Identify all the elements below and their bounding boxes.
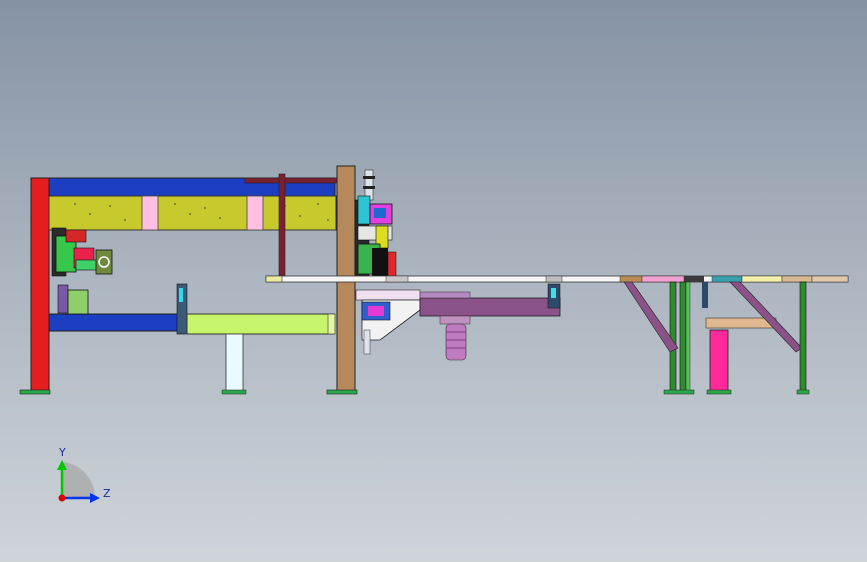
pink-block-1 — [141, 195, 159, 231]
center-head — [354, 195, 421, 355]
lattice-beam — [48, 195, 337, 231]
left-column-foot — [19, 389, 51, 395]
left-column — [30, 177, 50, 393]
feed-table — [176, 283, 336, 395]
triad-origin — [58, 494, 66, 502]
y-axis-label: Y — [58, 446, 66, 459]
cad-viewport[interactable]: Y Z — [0, 0, 867, 562]
right-frame — [623, 281, 810, 395]
lower-beam — [48, 313, 182, 332]
pink-block-2 — [246, 195, 264, 231]
feed-table-leg — [225, 333, 244, 393]
z-axis-label: Z — [103, 487, 111, 500]
coordinate-triad: Y Z — [57, 446, 111, 503]
left-actuator — [51, 227, 113, 315]
machine-drawing: Y Z — [19, 165, 849, 503]
main-rail — [265, 275, 849, 283]
spindle-motor — [419, 283, 561, 361]
